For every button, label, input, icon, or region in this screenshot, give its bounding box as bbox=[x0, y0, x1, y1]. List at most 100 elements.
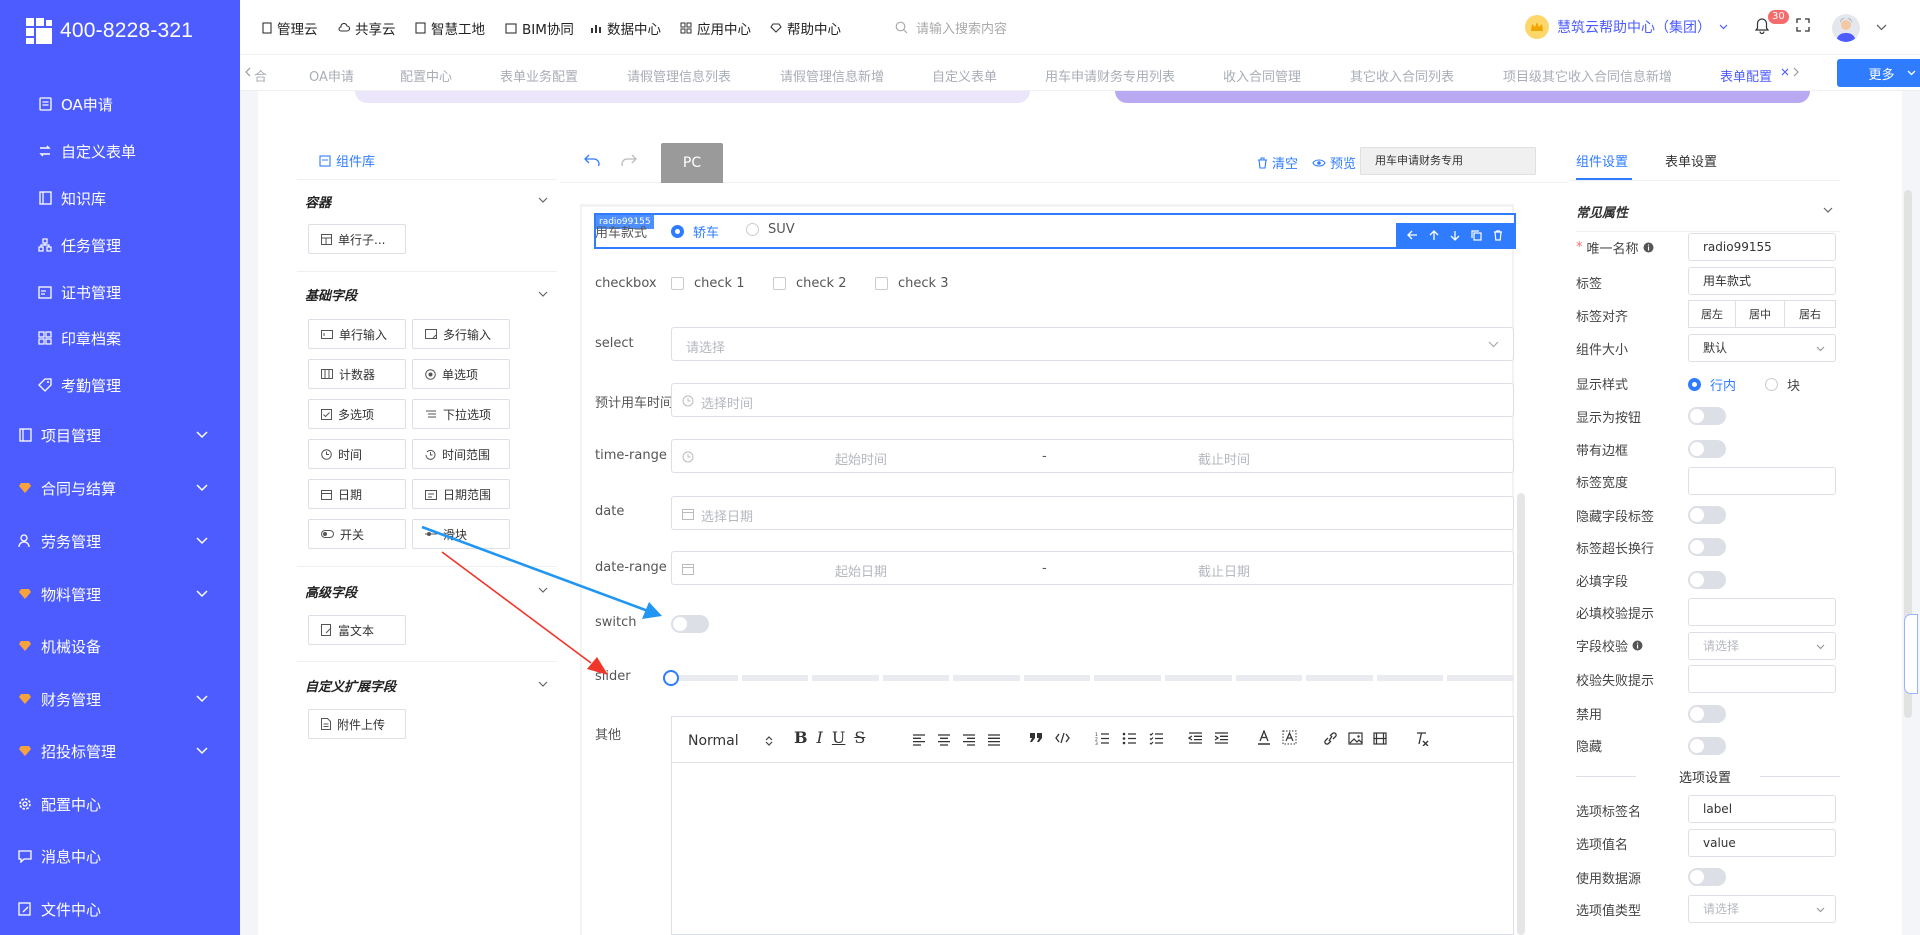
preview-button[interactable]: 预览 bbox=[1312, 153, 1356, 172]
align-justify-icon[interactable] bbox=[987, 734, 1001, 746]
fail-hint-input[interactable] bbox=[1688, 665, 1836, 693]
chevron-left-icon[interactable] bbox=[244, 67, 251, 77]
strike-icon[interactable]: S bbox=[854, 728, 865, 747]
bell-icon[interactable] bbox=[1755, 18, 1769, 34]
tab-config-center[interactable]: 配置中心 bbox=[400, 66, 452, 85]
comp-timerange-button[interactable]: 时间范围 bbox=[412, 439, 510, 469]
check-list-icon[interactable] bbox=[1149, 732, 1164, 745]
sidebar-item-certificate[interactable]: 证书管理 bbox=[0, 274, 240, 310]
comp-radio-button[interactable]: 单选项 bbox=[412, 359, 510, 389]
select-parent-icon[interactable] bbox=[1407, 230, 1418, 240]
comp-date-button[interactable]: 日期 bbox=[308, 479, 406, 509]
required-hint-input[interactable] bbox=[1688, 598, 1836, 626]
nav-app-center[interactable]: 应用中心 bbox=[680, 18, 751, 38]
chevron-down-icon[interactable] bbox=[1876, 24, 1887, 31]
tab-oa[interactable]: OA申请 bbox=[309, 66, 354, 85]
unique-name-input[interactable]: radio99155 bbox=[1688, 233, 1836, 261]
comp-subform-button[interactable]: 单行子... bbox=[308, 224, 406, 254]
nav-help-center[interactable]: 帮助中心 bbox=[770, 18, 841, 38]
slider-track[interactable] bbox=[663, 670, 1514, 686]
sidebar-item-knowledge[interactable]: 知识库 bbox=[0, 180, 240, 216]
align-right-icon[interactable] bbox=[962, 734, 976, 746]
wrap-label-toggle[interactable] bbox=[1688, 538, 1726, 556]
tab-form-business[interactable]: 表单业务配置 bbox=[500, 66, 578, 85]
checkbox-option-1[interactable]: check 1 bbox=[671, 276, 744, 291]
sidebar-item-config[interactable]: 配置中心 bbox=[0, 786, 240, 822]
sidebar-item-finance[interactable]: 财务管理 bbox=[0, 681, 240, 717]
sidebar-item-labor[interactable]: 劳务管理 bbox=[0, 523, 240, 559]
chevron-down-icon[interactable] bbox=[538, 291, 548, 297]
arrow-up-icon[interactable] bbox=[1429, 229, 1439, 241]
sidebar-item-task[interactable]: 任务管理 bbox=[0, 227, 240, 263]
time-input[interactable]: 选择时间 bbox=[671, 383, 1514, 417]
sidebar-item-project[interactable]: 项目管理 bbox=[0, 417, 240, 453]
image-icon[interactable] bbox=[1348, 732, 1363, 745]
tab-project-income-add[interactable]: 项目级其它收入合同信息新增 bbox=[1503, 66, 1672, 85]
global-search[interactable]: 请输入搜索内容 bbox=[895, 18, 1007, 37]
delete-icon[interactable] bbox=[1493, 229, 1503, 241]
comp-richtext-button[interactable]: 富文本 bbox=[308, 615, 406, 645]
tab-car-finance-list[interactable]: 用车申请财务专用列表 bbox=[1045, 66, 1175, 85]
background-color-icon[interactable] bbox=[1282, 730, 1297, 745]
undo-icon[interactable] bbox=[584, 154, 600, 166]
select-input[interactable]: 请选择 bbox=[671, 327, 1514, 361]
tab-income-contract[interactable]: 收入合同管理 bbox=[1223, 66, 1301, 85]
bullet-list-icon[interactable] bbox=[1122, 732, 1137, 745]
align-left-option[interactable]: 居左 bbox=[1688, 300, 1736, 328]
font-select[interactable]: Normal bbox=[688, 733, 773, 749]
checkbox-option-2[interactable]: check 2 bbox=[773, 276, 846, 291]
logo[interactable]: 400-8228-321 bbox=[24, 14, 193, 48]
font-color-icon[interactable] bbox=[1257, 730, 1271, 745]
size-select[interactable]: 默认 bbox=[1688, 334, 1836, 362]
comp-select-button[interactable]: 下拉选项 bbox=[412, 399, 510, 429]
timerange-input[interactable]: 起始时间 - 截止时间 bbox=[671, 439, 1514, 473]
sidebar-item-oa[interactable]: OA申请 bbox=[0, 86, 240, 122]
align-center-icon[interactable] bbox=[937, 734, 951, 746]
datasource-toggle[interactable] bbox=[1688, 868, 1726, 886]
italic-icon[interactable]: I bbox=[817, 728, 823, 747]
nav-bim[interactable]: BIM协同 bbox=[505, 18, 574, 38]
comp-switch-button[interactable]: 开关 bbox=[308, 519, 406, 549]
option-type-select[interactable]: 请选择 bbox=[1688, 895, 1836, 923]
tab-leave-list[interactable]: 请假管理信息列表 bbox=[627, 66, 731, 85]
display-inline-option[interactable]: 行内 bbox=[1688, 375, 1736, 394]
selected-field-frame[interactable] bbox=[594, 213, 1516, 249]
nav-manage-cloud[interactable]: 管理云 bbox=[262, 18, 318, 38]
ordered-list-icon[interactable]: 123 bbox=[1095, 732, 1110, 745]
sidebar-item-contract[interactable]: 合同与结算 bbox=[0, 470, 240, 506]
tab-leave-add[interactable]: 请假管理信息新增 bbox=[780, 66, 884, 85]
underline-icon[interactable]: U bbox=[832, 728, 845, 747]
comp-input-button[interactable]: 单行输入 bbox=[308, 319, 406, 349]
clear-button[interactable]: 清空 bbox=[1257, 153, 1298, 172]
chevron-right-icon[interactable] bbox=[1793, 67, 1800, 77]
option-value-input[interactable]: value bbox=[1688, 829, 1836, 857]
clear-format-icon[interactable] bbox=[1414, 732, 1429, 746]
sidebar-item-message[interactable]: 消息中心 bbox=[0, 838, 240, 874]
hide-label-toggle[interactable] bbox=[1688, 506, 1726, 524]
sidebar-item-files[interactable]: 文件中心 bbox=[0, 891, 240, 927]
tab-form-config[interactable]: 表单配置 bbox=[1720, 66, 1772, 85]
sidebar-item-attendance[interactable]: 考勤管理 bbox=[0, 367, 240, 403]
chevron-down-icon[interactable] bbox=[538, 197, 548, 203]
tab-close-icon[interactable] bbox=[1781, 68, 1789, 76]
hidden-toggle[interactable] bbox=[1688, 737, 1726, 755]
daterange-input[interactable]: 起始日期 - 截止日期 bbox=[671, 551, 1514, 585]
align-left-icon[interactable] bbox=[912, 734, 926, 746]
tab-form-settings[interactable]: 表单设置 bbox=[1665, 151, 1717, 170]
tab-other-income-list[interactable]: 其它收入合同列表 bbox=[1350, 66, 1454, 85]
sidebar-item-custom-form[interactable]: 自定义表单 bbox=[0, 133, 240, 169]
comp-daterange-button[interactable]: 日期范围 bbox=[412, 479, 510, 509]
required-toggle[interactable] bbox=[1688, 571, 1726, 589]
comp-upload-button[interactable]: 附件上传 bbox=[308, 709, 406, 739]
side-handle[interactable] bbox=[1904, 614, 1918, 694]
tab-custom-form[interactable]: 自定义表单 bbox=[932, 66, 997, 85]
copy-icon[interactable] bbox=[1471, 229, 1482, 241]
tab-component-settings[interactable]: 组件设置 bbox=[1576, 151, 1628, 170]
sidebar-item-machinery[interactable]: 机械设备 bbox=[0, 628, 240, 664]
checkbox-option-3[interactable]: check 3 bbox=[875, 276, 948, 291]
align-center-option[interactable]: 居中 bbox=[1735, 300, 1785, 328]
link-icon[interactable] bbox=[1323, 732, 1338, 745]
info-icon[interactable] bbox=[1643, 242, 1654, 253]
option-label-input[interactable]: label bbox=[1688, 795, 1836, 823]
show-as-button-toggle[interactable] bbox=[1688, 407, 1726, 425]
